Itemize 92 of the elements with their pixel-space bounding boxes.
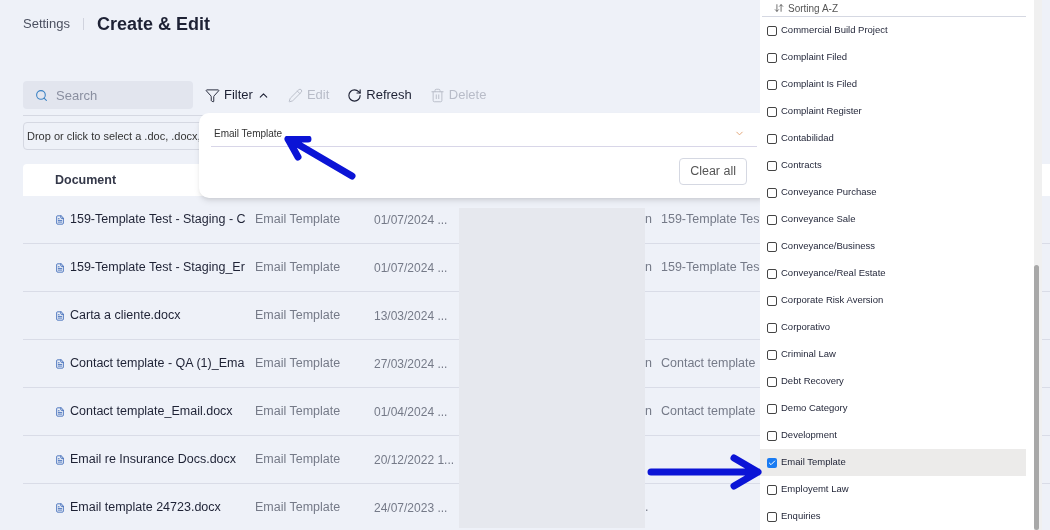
checkbox[interactable]: [767, 430, 777, 441]
filter-icon: [205, 87, 220, 103]
category-option[interactable]: Complaint Is Filed: [760, 71, 1026, 98]
trash-icon: [429, 87, 445, 103]
category-option[interactable]: Employemt Law: [760, 476, 1026, 503]
table-cell-text: 01/07/2024 ...: [374, 211, 449, 229]
category-option[interactable]: Complaint Register: [760, 98, 1026, 125]
checkbox[interactable]: [767, 25, 777, 36]
category-option[interactable]: Commercial Build Project: [760, 17, 1026, 44]
document-icon: [55, 214, 65, 225]
refresh-button[interactable]: Refresh: [347, 85, 412, 105]
sorting-label[interactable]: Sorting A-Z: [788, 0, 839, 16]
table-cell-text: Contact template: [661, 403, 756, 421]
table-cell-text: Contact template: [661, 355, 756, 373]
category-option[interactable]: Conveyance Purchase: [760, 179, 1026, 206]
document-icon: [55, 406, 65, 417]
checkbox[interactable]: [767, 457, 777, 468]
table-cell-text: 20/12/2022 1...: [374, 451, 456, 469]
category-option[interactable]: Conveyance/Real Estate: [760, 260, 1026, 287]
document-name[interactable]: Contact template - QA (1)_Ema: [70, 354, 245, 373]
table-cell-text: 13/03/2024 ...: [374, 307, 449, 325]
checkbox[interactable]: [767, 79, 777, 90]
document-name[interactable]: 159-Template Test - Staging_Er: [70, 258, 245, 277]
clear-all-button[interactable]: Clear all: [679, 158, 747, 185]
category-option[interactable]: Complaint Filed: [760, 44, 1026, 71]
arrow-annotation: [284, 136, 356, 182]
table-cell-text: Email Template: [255, 259, 342, 277]
checkbox[interactable]: [767, 268, 777, 279]
checkbox[interactable]: [767, 511, 777, 522]
table-cell-text: Email Template: [255, 307, 342, 325]
category-option[interactable]: Corporativo: [760, 314, 1026, 341]
document-icon: [55, 454, 65, 465]
checkbox[interactable]: [767, 214, 777, 225]
category-option[interactable]: Email Template: [760, 449, 1026, 476]
table-cell-text: 27/03/2024 ...: [374, 355, 449, 373]
checkbox[interactable]: [767, 187, 777, 198]
page-title: Create & Edit: [97, 12, 210, 36]
table-cell-text: 159-Template Tes: [661, 259, 760, 277]
checkbox[interactable]: [767, 241, 777, 252]
category-option[interactable]: Debt Recovery: [760, 368, 1026, 395]
table-cell: .: [645, 500, 649, 515]
table-cell-text: Email Template: [255, 355, 342, 373]
document-icon: [55, 310, 65, 321]
category-option[interactable]: Contracts: [760, 152, 1026, 179]
table-cell: n: [645, 356, 652, 371]
document-icon: [55, 358, 65, 369]
checkbox[interactable]: [767, 349, 777, 360]
table-cell-text: Email Template: [255, 211, 342, 229]
category-option[interactable]: Conveyance Sale: [760, 206, 1026, 233]
checkbox[interactable]: [767, 484, 777, 495]
document-name[interactable]: Carta a cliente.docx: [70, 306, 181, 325]
table-cell-text: 01/04/2024 ...: [374, 403, 449, 421]
document-name[interactable]: Email template 24723.docx: [70, 498, 221, 517]
category-option[interactable]: Conveyance/Business: [760, 233, 1026, 260]
checkbox[interactable]: [767, 376, 777, 387]
document-name[interactable]: Contact template_Email.docx: [70, 402, 233, 421]
category-option[interactable]: Demo Category: [760, 395, 1026, 422]
checkbox[interactable]: [767, 106, 777, 117]
category-option[interactable]: Corporate Risk Aversion: [760, 287, 1026, 314]
table-cell-text: 24/07/2023 ...: [374, 499, 449, 517]
category-select[interactable]: Email Template: [211, 121, 757, 147]
table-cell-text: Email Template: [255, 451, 342, 469]
table-cell: n: [645, 212, 652, 227]
document-name[interactable]: Email re Insurance Docs.docx: [70, 450, 237, 469]
column-header: Document: [55, 171, 117, 189]
checkbox[interactable]: [767, 160, 777, 171]
pencil-icon: [287, 87, 303, 103]
document-name[interactable]: 159-Template Test - Staging - C: [70, 210, 246, 229]
checkbox[interactable]: [767, 322, 777, 333]
search-icon: [35, 89, 48, 102]
category-option[interactable]: Contabilidad: [760, 125, 1026, 152]
table-cell: n: [645, 260, 652, 275]
table-cell-text: Email Template: [255, 403, 342, 421]
checkbox[interactable]: [767, 133, 777, 144]
table-cell: n: [645, 404, 652, 419]
category-option[interactable]: Enquiries: [760, 503, 1026, 530]
checkbox[interactable]: [767, 403, 777, 414]
checkbox[interactable]: [767, 295, 777, 306]
table-cell-text: 01/07/2024 ...: [374, 259, 449, 277]
table-cell-text: 159-Template Tes: [661, 211, 760, 229]
checkbox[interactable]: [767, 52, 777, 63]
category-option[interactable]: Development: [760, 422, 1026, 449]
breadcrumb-link[interactable]: Settings: [23, 14, 70, 34]
document-icon: [55, 502, 65, 513]
filter-button[interactable]: Filter: [205, 85, 270, 105]
sort-icon: [774, 3, 784, 13]
refresh-icon: [347, 87, 363, 103]
search-field[interactable]: Search: [23, 81, 193, 109]
table-cell-text: Email Template: [255, 499, 342, 517]
scrollbar-thumb[interactable]: [1034, 265, 1039, 530]
category-option[interactable]: Criminal Law: [760, 341, 1026, 368]
document-icon: [55, 262, 65, 273]
